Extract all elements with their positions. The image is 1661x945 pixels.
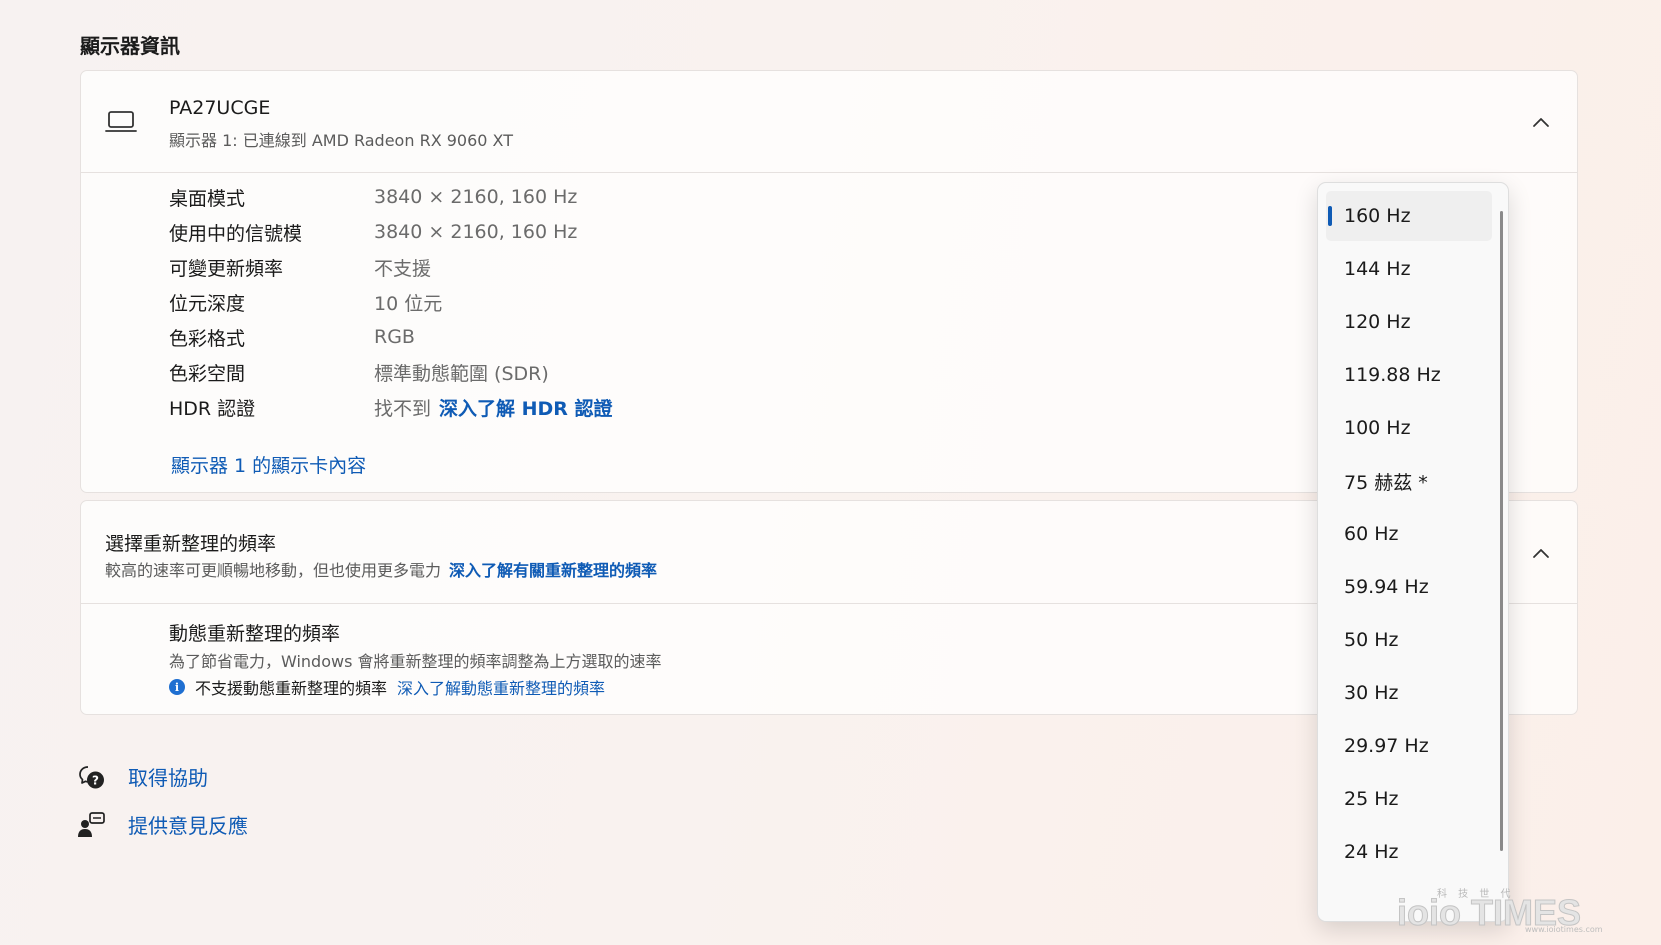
info-label: 使用中的信號模 bbox=[169, 222, 303, 245]
dynamic-refresh-note: i 不支援動態重新整理的頻率 深入了解動態重新整理的頻率 bbox=[169, 675, 605, 699]
dropdown-option-120hz[interactable]: 120 Hz bbox=[1326, 297, 1492, 347]
info-row-active-signal-mode: 使用中的信號模 3840 × 2160, 160 Hz bbox=[169, 217, 577, 247]
watermark-url: www.ioiotimes.com bbox=[1525, 925, 1603, 933]
dynamic-refresh-learn-more-link[interactable]: 深入了解動態重新整理的頻率 bbox=[397, 675, 605, 699]
dropdown-option-59-94hz[interactable]: 59.94 Hz bbox=[1326, 562, 1492, 612]
get-help-link[interactable]: ? 取得協助 bbox=[78, 762, 208, 791]
option-label: 120 Hz bbox=[1344, 311, 1411, 333]
refresh-rate-dropdown[interactable]: 160 Hz 144 Hz 120 Hz 119.88 Hz 100 Hz 75… bbox=[1317, 182, 1509, 922]
dropdown-option-144hz[interactable]: 144 Hz bbox=[1326, 244, 1492, 294]
monitor-subtitle: 顯示器 1: 已連線到 AMD Radeon RX 9060 XT bbox=[169, 131, 513, 150]
info-label: 色彩空間 bbox=[169, 362, 246, 385]
laptop-icon bbox=[105, 111, 137, 132]
option-label: 50 Hz bbox=[1344, 629, 1399, 651]
dropdown-option-100hz[interactable]: 100 Hz bbox=[1326, 403, 1492, 453]
dropdown-option-29-97hz[interactable]: 29.97 Hz bbox=[1326, 721, 1492, 771]
dropdown-option-75hz[interactable]: 75 赫茲 * bbox=[1326, 456, 1492, 506]
info-label: 可變更新頻率 bbox=[169, 257, 284, 280]
dynamic-refresh-note-text: 不支援動態重新整理的頻率 bbox=[195, 679, 388, 698]
info-row-bit-depth: 位元深度 10 位元 bbox=[169, 287, 442, 317]
option-label: 30 Hz bbox=[1344, 682, 1399, 704]
help-chat-icon: ? bbox=[79, 765, 104, 788]
info-icon: i bbox=[169, 679, 185, 695]
dropdown-option-119-88hz[interactable]: 119.88 Hz bbox=[1326, 350, 1492, 400]
option-label: 25 Hz bbox=[1344, 788, 1399, 810]
info-value: RGB bbox=[374, 326, 415, 348]
give-feedback-label: 提供意見反應 bbox=[128, 814, 248, 838]
option-label: 160 Hz bbox=[1344, 205, 1411, 227]
info-value: 標準動態範圍 (SDR) bbox=[374, 362, 549, 385]
adapter-properties-link[interactable]: 顯示器 1 的顯示卡內容 bbox=[171, 451, 366, 478]
info-row-color-format: 色彩格式 RGB bbox=[169, 322, 415, 352]
hdr-learn-more-link[interactable]: 深入了解 HDR 認證 bbox=[439, 394, 613, 421]
info-label: HDR 認證 bbox=[169, 397, 256, 420]
info-value: 找不到 bbox=[374, 397, 432, 420]
info-value: 3840 × 2160, 160 Hz bbox=[374, 221, 578, 243]
option-label: 100 Hz bbox=[1344, 417, 1411, 439]
option-label: 29.97 Hz bbox=[1344, 735, 1429, 757]
refresh-learn-more-link[interactable]: 深入了解有關重新整理的頻率 bbox=[449, 561, 657, 580]
refresh-rate-title: 選擇重新整理的頻率 bbox=[105, 533, 277, 555]
dynamic-refresh-title: 動態重新整理的頻率 bbox=[169, 623, 341, 645]
dropdown-option-60hz[interactable]: 60 Hz bbox=[1326, 509, 1492, 559]
info-row-hdr-certification: HDR 認證 找不到 深入了解 HDR 認證 bbox=[169, 392, 613, 422]
dropdown-option-24hz[interactable]: 24 Hz bbox=[1326, 827, 1492, 877]
watermark-logo: 科 技 世 代 ioio TIMES www.ioiotimes.com bbox=[1397, 887, 1603, 933]
option-label: 144 Hz bbox=[1344, 258, 1411, 280]
monitor-card-header[interactable]: PA27UCGE 顯示器 1: 已連線到 AMD Radeon RX 9060 … bbox=[81, 71, 1577, 173]
info-row-variable-refresh: 可變更新頻率 不支援 bbox=[169, 252, 431, 282]
get-help-label: 取得協助 bbox=[128, 766, 208, 790]
dropdown-scrollbar[interactable] bbox=[1500, 211, 1503, 851]
dropdown-option-30hz[interactable]: 30 Hz bbox=[1326, 668, 1492, 718]
collapse-refresh-button[interactable] bbox=[1529, 541, 1553, 565]
option-label: 75 赫茲 * bbox=[1344, 471, 1428, 494]
option-label: 119.88 Hz bbox=[1344, 364, 1441, 386]
refresh-rate-desc: 較高的速率可更順暢地移動，但也使用更多電力 深入了解有關重新整理的頻率 bbox=[105, 557, 657, 581]
info-label: 桌面模式 bbox=[169, 187, 246, 210]
dropdown-option-25hz[interactable]: 25 Hz bbox=[1326, 774, 1492, 824]
info-value: 10 位元 bbox=[374, 292, 443, 315]
chevron-up-icon bbox=[1533, 549, 1549, 558]
info-label: 色彩格式 bbox=[169, 327, 246, 350]
info-value: 3840 × 2160, 160 Hz bbox=[374, 186, 578, 208]
svg-text:?: ? bbox=[92, 773, 99, 787]
feedback-person-icon bbox=[78, 811, 105, 837]
chevron-up-icon bbox=[1533, 118, 1549, 127]
info-row-desktop-mode: 桌面模式 3840 × 2160, 160 Hz bbox=[169, 182, 577, 212]
info-label: 位元深度 bbox=[169, 292, 246, 315]
give-feedback-link[interactable]: 提供意見反應 bbox=[78, 810, 248, 839]
refresh-rate-desc-text: 較高的速率可更順暢地移動，但也使用更多電力 bbox=[105, 561, 442, 580]
info-row-color-space: 色彩空間 標準動態範圍 (SDR) bbox=[169, 357, 549, 387]
section-title: 顯示器資訊 bbox=[80, 34, 180, 58]
dynamic-refresh-desc: 為了節省電力，Windows 會將重新整理的頻率調整為上方選取的速率 bbox=[169, 652, 662, 671]
monitor-name: PA27UCGE bbox=[169, 97, 271, 119]
dropdown-option-50hz[interactable]: 50 Hz bbox=[1326, 615, 1492, 665]
dropdown-option-160hz[interactable]: 160 Hz bbox=[1326, 191, 1492, 241]
collapse-monitor-button[interactable] bbox=[1529, 110, 1553, 134]
option-label: 60 Hz bbox=[1344, 523, 1399, 545]
selected-indicator bbox=[1328, 206, 1332, 226]
option-label: 59.94 Hz bbox=[1344, 576, 1429, 598]
option-label: 24 Hz bbox=[1344, 841, 1399, 863]
info-value: 不支援 bbox=[374, 257, 432, 280]
